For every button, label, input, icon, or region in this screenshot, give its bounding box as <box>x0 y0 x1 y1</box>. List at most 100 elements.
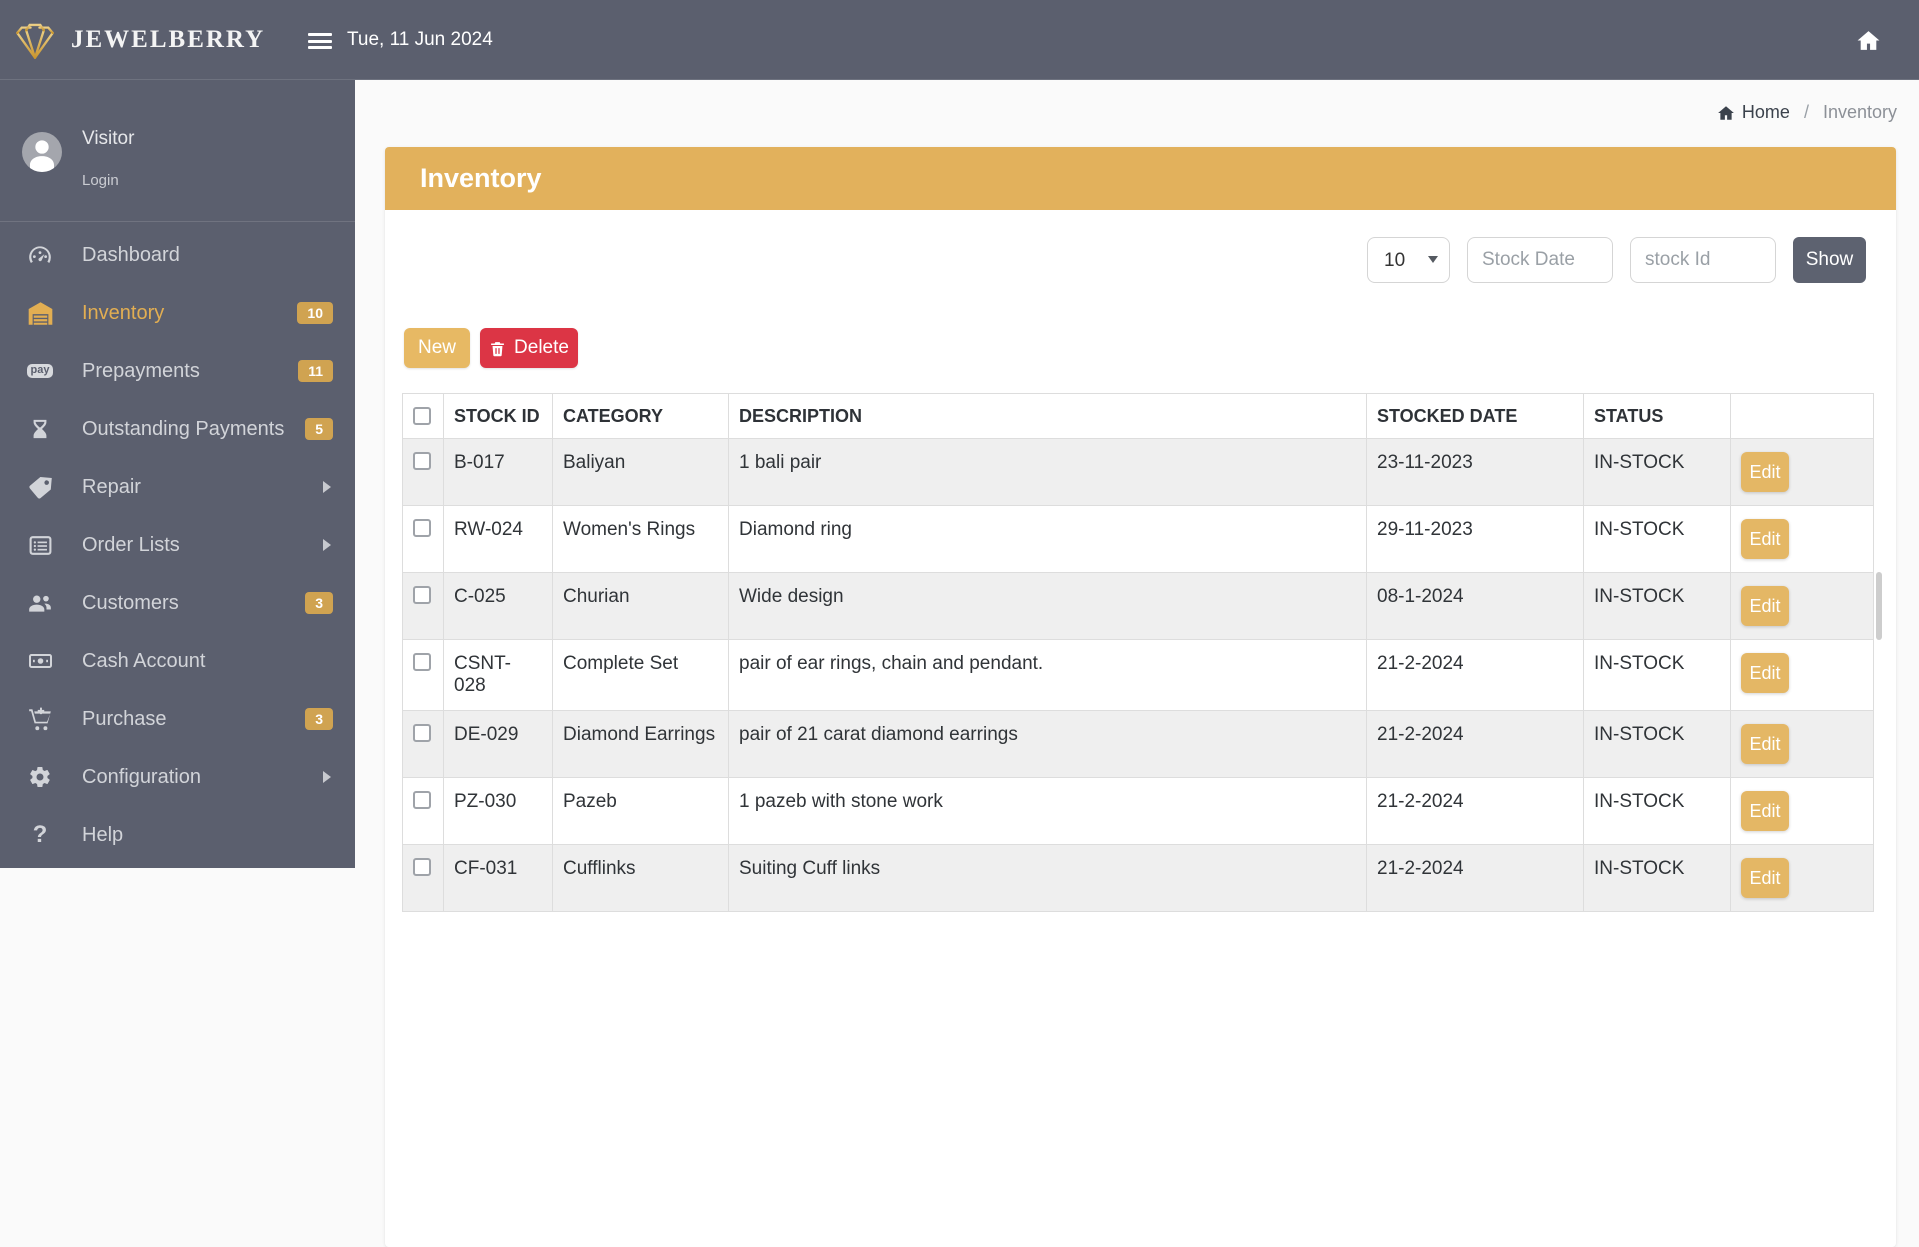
stock-id-input[interactable] <box>1630 237 1776 283</box>
cell-stocked-date: 21-2-2024 <box>1366 777 1584 845</box>
new-button[interactable]: New <box>404 328 470 368</box>
page-title: Inventory <box>420 163 542 193</box>
cell-stock-id: CSNT-028 <box>443 639 553 711</box>
cell-stock-id: DE-029 <box>443 710 553 778</box>
sidebar-item-label: Prepayments <box>82 359 200 382</box>
sidebar-item-dashboard[interactable]: Dashboard <box>0 226 355 284</box>
login-link[interactable]: Login <box>82 172 134 189</box>
cell-stocked-date: 21-2-2024 <box>1366 710 1584 778</box>
column-header-stock-id: STOCK ID <box>443 393 553 439</box>
card-body: 10 Show New Delete <box>385 237 1896 952</box>
hamburger-menu-icon[interactable] <box>308 33 332 49</box>
sidebar-item-label: Help <box>82 823 124 846</box>
column-header-actions <box>1730 393 1874 439</box>
cell-stocked-date: 23-11-2023 <box>1366 438 1584 506</box>
table-row: CSNT-028 Complete Set pair of ear rings,… <box>402 639 1874 711</box>
cell-stock-id: PZ-030 <box>443 777 553 845</box>
row-checkbox[interactable] <box>413 791 431 809</box>
edit-button[interactable]: Edit <box>1741 452 1789 492</box>
row-checkbox[interactable] <box>413 452 431 470</box>
sidebar-item-customers[interactable]: Customers 3 <box>0 574 355 632</box>
inventory-table: STOCK ID CATEGORY DESCRIPTION STOCKED DA… <box>402 393 1874 912</box>
cell-category: Churian <box>552 572 729 640</box>
inventory-count-badge: 10 <box>297 302 333 324</box>
sidebar-nav: Dashboard Inventory 10 pay Prepayments 1… <box>0 226 355 864</box>
row-checkbox[interactable] <box>413 586 431 604</box>
sidebar-item-label: Inventory <box>82 301 165 324</box>
brand: JEWELBERRY <box>12 0 265 80</box>
action-bar: New Delete <box>404 328 1873 368</box>
cell-status: IN-STOCK <box>1583 438 1731 506</box>
home-icon[interactable] <box>1856 28 1881 53</box>
cell-description: Wide design <box>728 572 1367 640</box>
cell-status: IN-STOCK <box>1583 844 1731 912</box>
cell-category: Complete Set <box>552 639 729 711</box>
table-row: RW-024 Women's Rings Diamond ring 29-11-… <box>402 505 1874 573</box>
table-row: DE-029 Diamond Earrings pair of 21 carat… <box>402 710 1874 778</box>
page-size-select[interactable]: 10 <box>1367 237 1450 283</box>
edit-button[interactable]: Edit <box>1741 653 1789 693</box>
sidebar-item-prepayments[interactable]: pay Prepayments 11 <box>0 342 355 400</box>
inventory-card: Inventory 10 Show New <box>385 147 1896 1247</box>
outstanding-count-badge: 5 <box>305 418 333 440</box>
cell-stock-id: C-025 <box>443 572 553 640</box>
edit-button[interactable]: Edit <box>1741 724 1789 764</box>
sidebar: Visitor Login Dashboard Inventory 10 pay… <box>0 80 355 868</box>
cell-stocked-date: 29-11-2023 <box>1366 505 1584 573</box>
sidebar-item-repair[interactable]: Repair <box>0 458 355 516</box>
column-header-category: CATEGORY <box>552 393 729 439</box>
edit-button[interactable]: Edit <box>1741 586 1789 626</box>
page-size-select-wrap: 10 <box>1367 237 1450 283</box>
warehouse-icon <box>25 300 55 327</box>
row-checkbox[interactable] <box>413 724 431 742</box>
money-icon <box>25 649 55 673</box>
sidebar-item-purchase[interactable]: Purchase 3 <box>0 690 355 748</box>
brand-title: JEWELBERRY <box>71 26 266 53</box>
stock-date-input[interactable] <box>1467 237 1613 283</box>
cell-status: IN-STOCK <box>1583 777 1731 845</box>
breadcrumb: Home / Inventory <box>1717 102 1897 123</box>
sidebar-item-inventory[interactable]: Inventory 10 <box>0 284 355 342</box>
chevron-right-icon <box>323 539 331 551</box>
sidebar-item-label: Purchase <box>82 707 167 730</box>
edit-button[interactable]: Edit <box>1741 791 1789 831</box>
chevron-right-icon <box>323 481 331 493</box>
cell-description: Diamond ring <box>728 505 1367 573</box>
cell-category: Diamond Earrings <box>552 710 729 778</box>
current-date: Tue, 11 Jun 2024 <box>347 29 493 50</box>
pay-icon: pay <box>25 364 55 378</box>
cell-category: Women's Rings <box>552 505 729 573</box>
sidebar-item-label: Outstanding Payments <box>82 417 285 440</box>
sidebar-item-label: Configuration <box>82 765 201 788</box>
row-checkbox[interactable] <box>413 858 431 876</box>
sidebar-item-order-lists[interactable]: Order Lists <box>0 516 355 574</box>
show-button[interactable]: Show <box>1793 237 1866 283</box>
card-header: Inventory <box>385 147 1896 210</box>
sidebar-item-outstanding-payments[interactable]: Outstanding Payments 5 <box>0 400 355 458</box>
edit-button[interactable]: Edit <box>1741 519 1789 559</box>
sidebar-item-cash-account[interactable]: Cash Account <box>0 632 355 690</box>
sidebar-item-label: Repair <box>82 475 141 498</box>
delete-button[interactable]: Delete <box>480 328 578 368</box>
cell-stock-id: CF-031 <box>443 844 553 912</box>
sidebar-item-label: Cash Account <box>82 649 206 672</box>
sidebar-item-help[interactable]: ? Help <box>0 806 355 864</box>
chevron-right-icon <box>323 771 331 783</box>
purchase-count-badge: 3 <box>305 708 333 730</box>
cell-category: Baliyan <box>552 438 729 506</box>
gear-icon <box>25 765 55 789</box>
sidebar-item-configuration[interactable]: Configuration <box>0 748 355 806</box>
select-all-checkbox[interactable] <box>413 407 431 425</box>
cell-description: pair of ear rings, chain and pendant. <box>728 639 1367 711</box>
edit-button[interactable]: Edit <box>1741 858 1789 898</box>
users-icon <box>25 590 55 616</box>
breadcrumb-home-link[interactable]: Home <box>1717 102 1790 123</box>
table-header-row: STOCK ID CATEGORY DESCRIPTION STOCKED DA… <box>402 393 1874 439</box>
dashboard-icon <box>25 242 55 268</box>
column-header-stocked-date: STOCKED DATE <box>1366 393 1584 439</box>
row-checkbox[interactable] <box>413 653 431 671</box>
sidebar-item-label: Customers <box>82 591 179 614</box>
row-checkbox[interactable] <box>413 519 431 537</box>
cell-stocked-date: 08-1-2024 <box>1366 572 1584 640</box>
scrollbar-thumb[interactable] <box>1876 572 1882 640</box>
